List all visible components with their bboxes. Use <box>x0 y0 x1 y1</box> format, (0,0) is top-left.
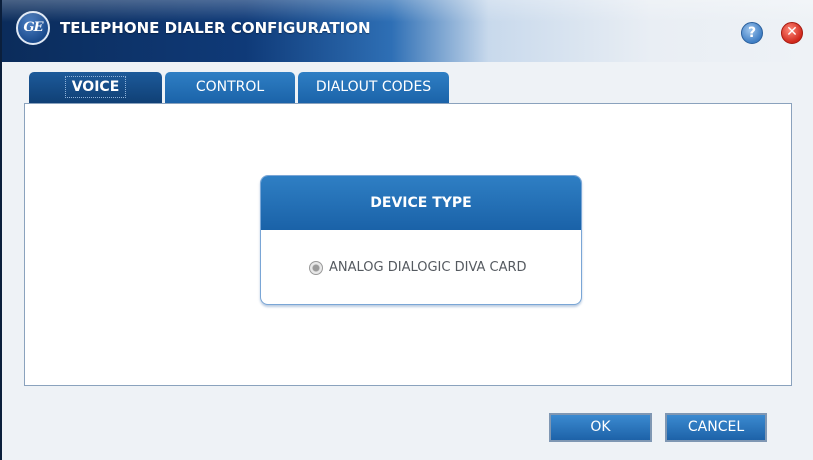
device-option-analog-dialogic-diva[interactable]: ANALOG DIALOGIC DIVA CARD <box>309 260 527 275</box>
ge-logo: GE <box>16 11 50 45</box>
window-title: TELEPHONE DIALER CONFIGURATION <box>60 19 371 37</box>
telephone-dialer-config-window: GE TELEPHONE DIALER CONFIGURATION ? ✕ VO… <box>0 0 813 460</box>
help-icon[interactable]: ? <box>741 22 763 44</box>
device-option-label: ANALOG DIALOGIC DIVA CARD <box>329 260 527 275</box>
tab-control[interactable]: CONTROL <box>165 72 295 104</box>
ok-button[interactable]: OK <box>549 413 652 442</box>
tab-voice[interactable]: VOICE <box>29 72 162 104</box>
tab-control-label: CONTROL <box>195 79 265 95</box>
titlebar[interactable]: GE TELEPHONE DIALER CONFIGURATION ? ✕ <box>2 0 813 62</box>
tab-dialout-codes-label: DIALOUT CODES <box>315 79 432 95</box>
tab-dialout-codes[interactable]: DIALOUT CODES <box>298 72 449 104</box>
tab-voice-label: VOICE <box>64 76 127 98</box>
close-icon[interactable]: ✕ <box>781 22 803 44</box>
device-type-header: DEVICE TYPE <box>261 176 581 230</box>
radio-button[interactable] <box>309 260 323 275</box>
device-type-group: DEVICE TYPE ANALOG DIALOGIC DIVA CARD <box>260 175 582 305</box>
cancel-button[interactable]: CANCEL <box>665 413 767 442</box>
